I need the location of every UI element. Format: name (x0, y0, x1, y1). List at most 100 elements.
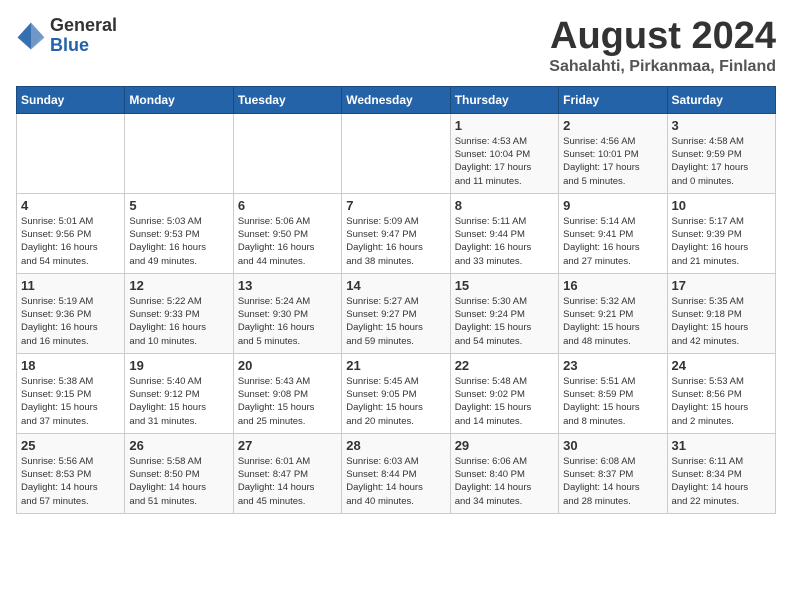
day-number: 2 (563, 118, 662, 133)
title-block: August 2024 Sahalahti, Pirkanmaa, Finlan… (549, 16, 776, 76)
calendar-cell: 21Sunrise: 5:45 AM Sunset: 9:05 PM Dayli… (342, 353, 450, 433)
day-info: Sunrise: 5:30 AM Sunset: 9:24 PM Dayligh… (455, 295, 554, 348)
day-info: Sunrise: 5:09 AM Sunset: 9:47 PM Dayligh… (346, 215, 445, 268)
day-info: Sunrise: 5:35 AM Sunset: 9:18 PM Dayligh… (672, 295, 771, 348)
day-number: 28 (346, 438, 445, 453)
day-info: Sunrise: 5:38 AM Sunset: 9:15 PM Dayligh… (21, 375, 120, 428)
calendar-cell: 17 Sunrise: 5:35 AM Sunset: 9:18 PM Dayli… (667, 273, 775, 353)
calendar-cell: 4Sunrise: 5:01 AM Sunset: 9:56 PM Daylig… (17, 193, 125, 273)
day-info: Sunrise: 5:53 AM Sunset: 8:56 PM Dayligh… (672, 375, 771, 428)
calendar-cell: 26Sunrise: 5:58 AM Sunset: 8:50 PM Dayli… (125, 433, 233, 513)
calendar-cell: 7 Sunrise: 5:09 AM Sunset: 9:47 PM Daylig… (342, 193, 450, 273)
day-info: Sunrise: 5:19 AM Sunset: 9:36 PM Dayligh… (21, 295, 120, 348)
calendar-cell: 3 Sunrise: 4:58 AM Sunset: 9:59 PM Daylig… (667, 113, 775, 193)
calendar-cell: 15 Sunrise: 5:30 AM Sunset: 9:24 PM Dayli… (450, 273, 558, 353)
day-number: 13 (238, 278, 337, 293)
day-info: Sunrise: 5:03 AM Sunset: 9:53 PM Dayligh… (129, 215, 228, 268)
calendar-cell: 23 Sunrise: 5:51 AM Sunset: 8:59 PM Dayli… (559, 353, 667, 433)
location-title: Sahalahti, Pirkanmaa, Finland (549, 58, 776, 76)
calendar-cell: 16 Sunrise: 5:32 AM Sunset: 9:21 PM Dayli… (559, 273, 667, 353)
day-info: Sunrise: 6:11 AM Sunset: 8:34 PM Dayligh… (672, 455, 771, 508)
day-info: Sunrise: 5:56 AM Sunset: 8:53 PM Dayligh… (21, 455, 120, 508)
calendar-cell (17, 113, 125, 193)
calendar-cell (125, 113, 233, 193)
logo-text: General Blue (50, 16, 117, 56)
day-info: Sunrise: 5:01 AM Sunset: 9:56 PM Dayligh… (21, 215, 120, 268)
day-number: 25 (21, 438, 120, 453)
day-number: 16 (563, 278, 662, 293)
calendar-cell: 28 Sunrise: 6:03 AM Sunset: 8:44 PM Dayli… (342, 433, 450, 513)
calendar-cell: 9 Sunrise: 5:14 AM Sunset: 9:41 PM Daylig… (559, 193, 667, 273)
day-number: 10 (672, 198, 771, 213)
day-number: 29 (455, 438, 554, 453)
calendar-cell: 30 Sunrise: 6:08 AM Sunset: 8:37 PM Dayli… (559, 433, 667, 513)
day-number: 22 (455, 358, 554, 373)
header-day-wednesday: Wednesday (342, 86, 450, 113)
calendar-cell: 11 Sunrise: 5:19 AM Sunset: 9:36 PM Dayli… (17, 273, 125, 353)
calendar-cell: 6 Sunrise: 5:06 AM Sunset: 9:50 PM Daylig… (233, 193, 341, 273)
calendar-cell: 13 Sunrise: 5:24 AM Sunset: 9:30 PM Dayli… (233, 273, 341, 353)
day-number: 27 (238, 438, 337, 453)
day-info: Sunrise: 5:40 AM Sunset: 9:12 PM Dayligh… (129, 375, 228, 428)
page-header: General Blue August 2024 Sahalahti, Pirk… (16, 16, 776, 76)
day-number: 12 (129, 278, 228, 293)
header-day-tuesday: Tuesday (233, 86, 341, 113)
calendar-cell: 27 Sunrise: 6:01 AM Sunset: 8:47 PM Dayli… (233, 433, 341, 513)
day-info: Sunrise: 4:58 AM Sunset: 9:59 PM Dayligh… (672, 135, 771, 188)
day-info: Sunrise: 5:06 AM Sunset: 9:50 PM Dayligh… (238, 215, 337, 268)
day-info: Sunrise: 5:24 AM Sunset: 9:30 PM Dayligh… (238, 295, 337, 348)
day-info: Sunrise: 6:06 AM Sunset: 8:40 PM Dayligh… (455, 455, 554, 508)
day-number: 23 (563, 358, 662, 373)
calendar-cell: 12 Sunrise: 5:22 AM Sunset: 9:33 PM Dayli… (125, 273, 233, 353)
calendar-cell (342, 113, 450, 193)
day-number: 8 (455, 198, 554, 213)
calendar-cell: 8 Sunrise: 5:11 AM Sunset: 9:44 PM Daylig… (450, 193, 558, 273)
day-info: Sunrise: 5:22 AM Sunset: 9:33 PM Dayligh… (129, 295, 228, 348)
day-info: Sunrise: 6:01 AM Sunset: 8:47 PM Dayligh… (238, 455, 337, 508)
day-number: 3 (672, 118, 771, 133)
week-row-1: 1Sunrise: 4:53 AM Sunset: 10:04 PM Dayli… (17, 113, 776, 193)
calendar-cell: 10 Sunrise: 5:17 AM Sunset: 9:39 PM Dayli… (667, 193, 775, 273)
calendar-cell: 29 Sunrise: 6:06 AM Sunset: 8:40 PM Dayli… (450, 433, 558, 513)
logo-blue: Blue (50, 36, 117, 56)
header-day-monday: Monday (125, 86, 233, 113)
logo-general: General (50, 16, 117, 36)
week-row-4: 18 Sunrise: 5:38 AM Sunset: 9:15 PM Dayli… (17, 353, 776, 433)
calendar-cell: 24 Sunrise: 5:53 AM Sunset: 8:56 PM Dayli… (667, 353, 775, 433)
day-number: 20 (238, 358, 337, 373)
header-day-friday: Friday (559, 86, 667, 113)
calendar-table: SundayMondayTuesdayWednesdayThursdayFrid… (16, 86, 776, 514)
day-info: Sunrise: 5:17 AM Sunset: 9:39 PM Dayligh… (672, 215, 771, 268)
day-number: 24 (672, 358, 771, 373)
day-info: Sunrise: 6:08 AM Sunset: 8:37 PM Dayligh… (563, 455, 662, 508)
day-info: Sunrise: 5:14 AM Sunset: 9:41 PM Dayligh… (563, 215, 662, 268)
day-number: 6 (238, 198, 337, 213)
day-number: 11 (21, 278, 120, 293)
day-number: 18 (21, 358, 120, 373)
week-row-5: 25 Sunrise: 5:56 AM Sunset: 8:53 PM Dayli… (17, 433, 776, 513)
day-info: Sunrise: 5:32 AM Sunset: 9:21 PM Dayligh… (563, 295, 662, 348)
day-number: 17 (672, 278, 771, 293)
day-info: Sunrise: 5:51 AM Sunset: 8:59 PM Dayligh… (563, 375, 662, 428)
day-number: 19 (129, 358, 228, 373)
day-number: 14 (346, 278, 445, 293)
day-info: Sunrise: 5:48 AM Sunset: 9:02 PM Dayligh… (455, 375, 554, 428)
calendar-cell: 18 Sunrise: 5:38 AM Sunset: 9:15 PM Dayli… (17, 353, 125, 433)
week-row-3: 11 Sunrise: 5:19 AM Sunset: 9:36 PM Dayli… (17, 273, 776, 353)
day-info: Sunrise: 5:58 AM Sunset: 8:50 PM Dayligh… (129, 455, 228, 508)
logo: General Blue (16, 16, 117, 56)
day-number: 9 (563, 198, 662, 213)
day-info: Sunrise: 5:27 AM Sunset: 9:27 PM Dayligh… (346, 295, 445, 348)
calendar-cell (233, 113, 341, 193)
day-number: 7 (346, 198, 445, 213)
month-title: August 2024 (549, 16, 776, 58)
day-info: Sunrise: 5:11 AM Sunset: 9:44 PM Dayligh… (455, 215, 554, 268)
day-number: 5 (129, 198, 228, 213)
calendar-cell: 1Sunrise: 4:53 AM Sunset: 10:04 PM Dayli… (450, 113, 558, 193)
day-info: Sunrise: 4:56 AM Sunset: 10:01 PM Daylig… (563, 135, 662, 188)
day-number: 15 (455, 278, 554, 293)
week-row-2: 4Sunrise: 5:01 AM Sunset: 9:56 PM Daylig… (17, 193, 776, 273)
day-number: 30 (563, 438, 662, 453)
header-day-saturday: Saturday (667, 86, 775, 113)
day-info: Sunrise: 6:03 AM Sunset: 8:44 PM Dayligh… (346, 455, 445, 508)
